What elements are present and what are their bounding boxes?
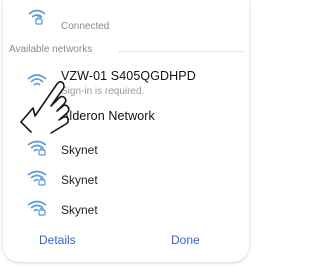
tap-gesture-hand-icon bbox=[17, 78, 79, 134]
network-name: Skynet bbox=[61, 143, 98, 157]
connected-network-row[interactable]: Connected bbox=[3, 0, 249, 40]
network-item[interactable]: Skynet bbox=[3, 164, 249, 194]
network-name: Skynet bbox=[61, 173, 98, 187]
network-item[interactable]: Skynet bbox=[3, 194, 249, 224]
connected-status: Connected bbox=[61, 21, 110, 32]
network-name: VZW-01 S405QGDHPD bbox=[61, 69, 196, 83]
wifi-networks-panel: Connected Available networks VZW-01 S405… bbox=[3, 0, 249, 262]
done-button[interactable]: Done bbox=[171, 233, 200, 247]
section-divider bbox=[119, 51, 243, 52]
details-button[interactable]: Details bbox=[39, 233, 76, 247]
network-item[interactable]: Skynet bbox=[3, 134, 249, 164]
wifi-lock-icon bbox=[27, 199, 47, 217]
network-name: Skynet bbox=[61, 203, 98, 217]
wifi-lock-icon bbox=[27, 169, 47, 187]
available-networks-label: Available networks bbox=[9, 44, 93, 55]
wifi-lock-icon bbox=[27, 139, 47, 157]
wifi-lock-icon bbox=[27, 8, 47, 26]
